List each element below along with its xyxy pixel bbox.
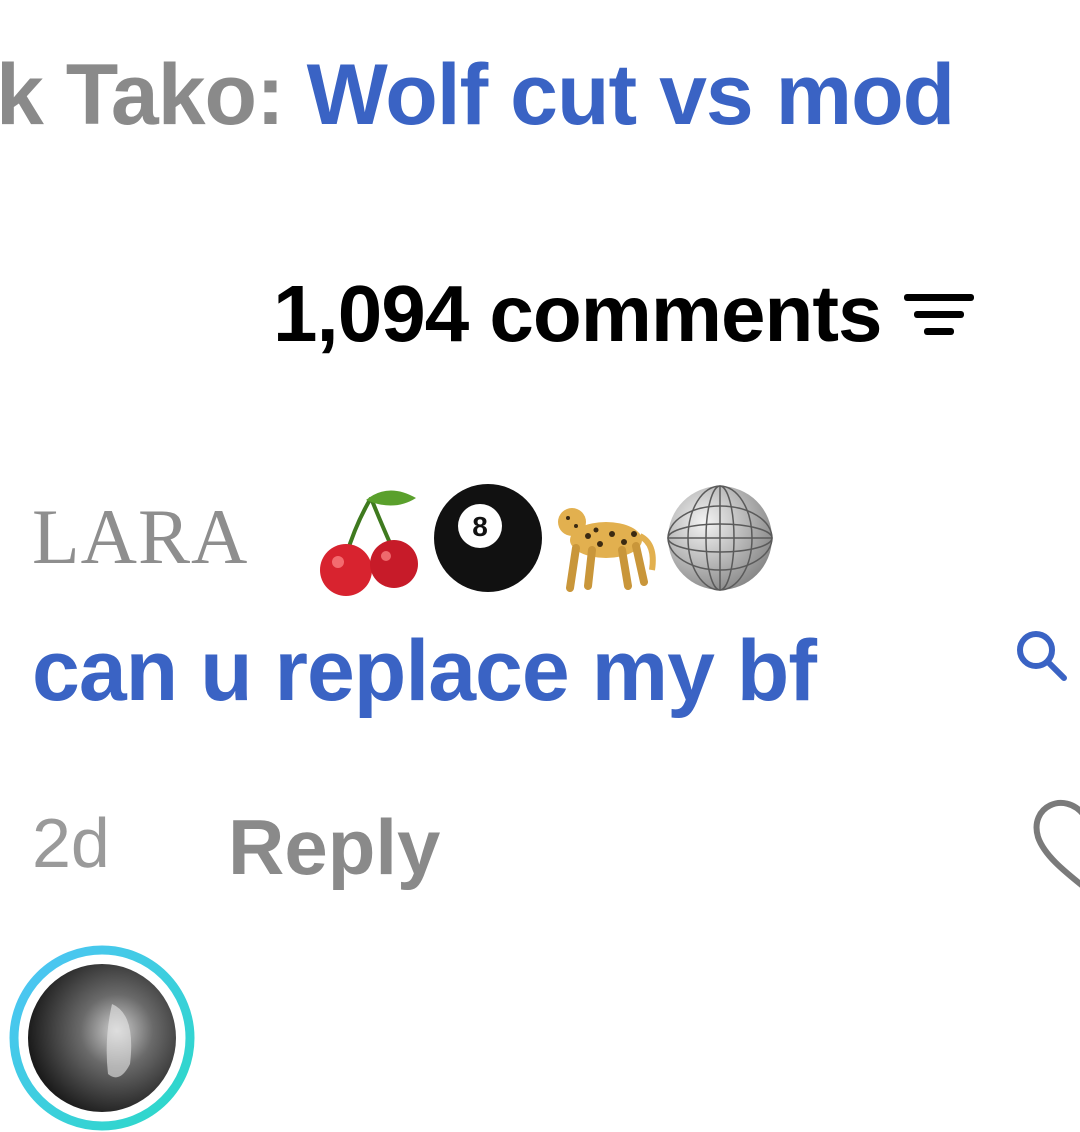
comment-username[interactable]: LARA [32, 498, 248, 576]
comment-text[interactable]: can u replace my bf [32, 628, 817, 714]
search-icon[interactable] [1012, 628, 1072, 688]
user-avatar[interactable] [8, 944, 196, 1132]
svg-text:8: 8 [472, 511, 488, 542]
search-suggestion-prefix: k Tako: [0, 47, 307, 143]
search-suggestion-link[interactable]: Wolf cut vs mod [307, 47, 956, 143]
comments-header: 1,094 comments [273, 274, 974, 354]
mirror-ball-icon [667, 485, 773, 591]
sort-filter-icon[interactable] [903, 284, 974, 344]
comment-timestamp: 2d [32, 804, 110, 882]
reply-button[interactable]: Reply [228, 808, 440, 886]
pool-8-ball-icon: 8 [434, 484, 542, 592]
username-emojis: 8 [316, 478, 776, 598]
leopard-icon [558, 508, 656, 592]
cherries-icon [320, 490, 418, 596]
comments-count: 1,094 comments [273, 269, 883, 358]
heart-outline-icon[interactable] [1024, 795, 1080, 895]
search-suggestion-line[interactable]: k Tako: Wolf cut vs mod [0, 52, 955, 138]
